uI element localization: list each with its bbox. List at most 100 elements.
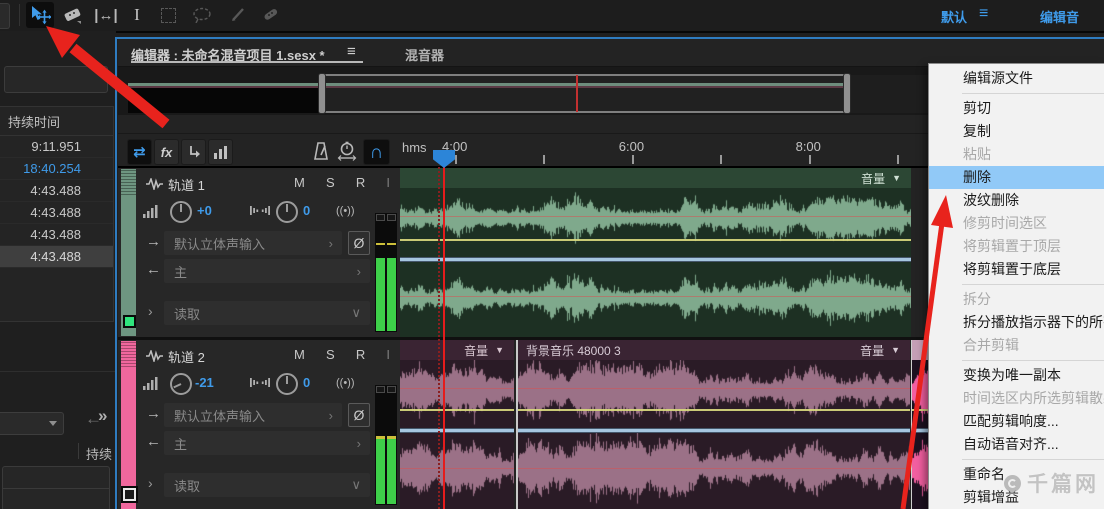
- track1-minimize-box[interactable]: [123, 315, 136, 328]
- tab-menu-icon[interactable]: ≡: [347, 43, 356, 60]
- menu-item[interactable]: 合并剪辑: [929, 334, 1104, 357]
- clip-volume-label[interactable]: 音量: [464, 342, 488, 359]
- menu-item[interactable]: 拆分播放指示器下的所有剪辑: [929, 311, 1104, 334]
- volume-envelope-line[interactable]: [400, 409, 514, 411]
- menu-item[interactable]: 修剪时间选区: [929, 212, 1104, 235]
- clip-volume-label[interactable]: 音量: [861, 170, 885, 187]
- track2-clip-2[interactable]: 背景音乐 48000 3 音量 ▼: [516, 340, 910, 509]
- track-r-button[interactable]: R: [356, 175, 365, 190]
- paintbrush-selection-tool-button[interactable]: [224, 2, 252, 28]
- track2-color-strip[interactable]: [121, 341, 136, 509]
- track2-output-selector[interactable]: 主 ›: [164, 431, 370, 455]
- metering-button[interactable]: [208, 139, 233, 165]
- clip-header[interactable]: 音量 ▼: [400, 340, 514, 360]
- properties-dropdown[interactable]: [0, 412, 64, 435]
- move-tool-button[interactable]: [26, 2, 54, 28]
- file-row[interactable]: 4:43.488: [0, 202, 113, 224]
- workspace-default-button[interactable]: 默认: [941, 7, 967, 26]
- track2-phase-button[interactable]: Ø: [348, 403, 370, 427]
- metronome-button[interactable]: [311, 141, 331, 166]
- track1-input-selector[interactable]: 默认立体声输入 ›: [164, 231, 342, 255]
- file-row[interactable]: 18:40.254: [0, 158, 113, 180]
- menu-item[interactable]: 编辑源文件: [929, 67, 1104, 90]
- spot-healing-brush-tool-button[interactable]: [256, 2, 284, 28]
- track1-clip[interactable]: 音量 ▼: [400, 168, 911, 337]
- track-m-button[interactable]: M: [294, 175, 305, 190]
- back-arrow-icon[interactable]: ←: [85, 409, 102, 429]
- volume-envelope-line[interactable]: [912, 409, 929, 411]
- menu-item[interactable]: 将剪辑置于底层: [929, 258, 1104, 281]
- clip-header[interactable]: 背景音乐 48000 3 音量 ▼: [518, 340, 910, 360]
- toggle-waveform-multitrack-button[interactable]: ⇄: [127, 139, 152, 165]
- snap-toggle-button[interactable]: ∩: [363, 139, 390, 165]
- menu-item[interactable]: 复制: [929, 120, 1104, 143]
- caret-down-icon[interactable]: ▼: [892, 173, 901, 183]
- file-row[interactable]: 4:43.488: [0, 180, 113, 202]
- file-row[interactable]: 4:43.488: [0, 224, 113, 246]
- menu-item[interactable]: 自动语音对齐...: [929, 433, 1104, 456]
- track1-name[interactable]: 轨道 1: [168, 175, 205, 194]
- caret-down-icon[interactable]: ▼: [495, 345, 504, 355]
- track1-volume-value[interactable]: +0: [197, 203, 212, 218]
- files-filter-field[interactable]: [4, 66, 108, 93]
- track-s-button[interactable]: S: [326, 175, 335, 190]
- navigator-handle-right[interactable]: [843, 73, 851, 114]
- menu-item[interactable]: 粘贴: [929, 143, 1104, 166]
- time-selection-tool-button[interactable]: I: [126, 2, 148, 28]
- effects-rack-button[interactable]: fx: [154, 139, 179, 165]
- property-input-row[interactable]: [3, 467, 109, 489]
- disclosure-chevron-icon[interactable]: ›: [148, 475, 153, 491]
- track2-volume-knob[interactable]: [170, 373, 192, 395]
- caret-down-icon[interactable]: ▼: [891, 345, 900, 355]
- file-row[interactable]: 4:43.488: [0, 246, 113, 268]
- track-i-button[interactable]: I: [386, 175, 390, 190]
- marquee-selection-tool-button[interactable]: [154, 2, 182, 28]
- track-r-button[interactable]: R: [356, 347, 365, 362]
- razor-tool-button[interactable]: [58, 2, 86, 28]
- menu-item[interactable]: 拆分: [929, 288, 1104, 311]
- track1-color-strip[interactable]: [121, 169, 136, 336]
- tab-mixer[interactable]: 混音器: [405, 45, 444, 64]
- playhead-line[interactable]: [443, 167, 445, 509]
- clip-name[interactable]: 背景音乐 48000 3: [518, 342, 621, 359]
- menu-item[interactable]: 将剪辑置于顶层: [929, 235, 1104, 258]
- lasso-selection-tool-button[interactable]: [188, 2, 216, 28]
- slip-tool-button[interactable]: |↔|: [88, 2, 124, 28]
- menu-item[interactable]: 波纹删除: [929, 189, 1104, 212]
- track1-phase-button[interactable]: Ø: [348, 231, 370, 255]
- duration-column-header[interactable]: 持续时间: [0, 107, 113, 136]
- menu-item[interactable]: 匹配剪辑响度...: [929, 410, 1104, 433]
- input-monitor-icon[interactable]: ((•)): [336, 205, 355, 217]
- track2-clip-1[interactable]: 音量 ▼: [400, 340, 514, 509]
- track1-pan-knob[interactable]: [276, 201, 298, 223]
- track-s-button[interactable]: S: [326, 347, 335, 362]
- navigator-view-bracket[interactable]: [320, 74, 850, 113]
- volume-envelope-line[interactable]: [400, 239, 911, 241]
- file-row[interactable]: 9:11.951: [0, 136, 113, 158]
- snap-time-button[interactable]: [337, 141, 357, 166]
- navigator-handle-left[interactable]: [318, 73, 326, 114]
- track2-name[interactable]: 轨道 2: [168, 347, 205, 366]
- input-monitor-icon[interactable]: ((•)): [336, 377, 355, 389]
- track2-minimize-box[interactable]: [123, 488, 136, 501]
- track1-volume-knob[interactable]: [170, 201, 192, 223]
- timeline-ruler[interactable]: hms 4:006:008:00: [400, 139, 928, 167]
- disclosure-chevron-icon[interactable]: ›: [148, 303, 153, 319]
- properties-input-group[interactable]: [2, 466, 110, 509]
- track2-input-selector[interactable]: 默认立体声输入 ›: [164, 403, 342, 427]
- menu-item[interactable]: 删除: [929, 166, 1104, 189]
- track2-volume-value[interactable]: -21: [195, 375, 214, 390]
- clip-volume-label[interactable]: 音量: [860, 342, 884, 359]
- volume-envelope-line[interactable]: [518, 409, 910, 411]
- punch-record-button[interactable]: [181, 139, 206, 165]
- track1-pan-value[interactable]: 0: [303, 203, 310, 218]
- track2-pan-value[interactable]: 0: [303, 375, 310, 390]
- track1-output-selector[interactable]: 主 ›: [164, 259, 370, 283]
- menu-item[interactable]: 变换为唯一副本: [929, 364, 1104, 387]
- menu-item[interactable]: 剪切: [929, 97, 1104, 120]
- track-m-button[interactable]: M: [294, 347, 305, 362]
- track2-automation-selector[interactable]: 读取 ∨: [164, 473, 370, 497]
- track2-pan-knob[interactable]: [276, 373, 298, 395]
- clip-header[interactable]: [912, 340, 929, 360]
- track-i-button[interactable]: I: [386, 347, 390, 362]
